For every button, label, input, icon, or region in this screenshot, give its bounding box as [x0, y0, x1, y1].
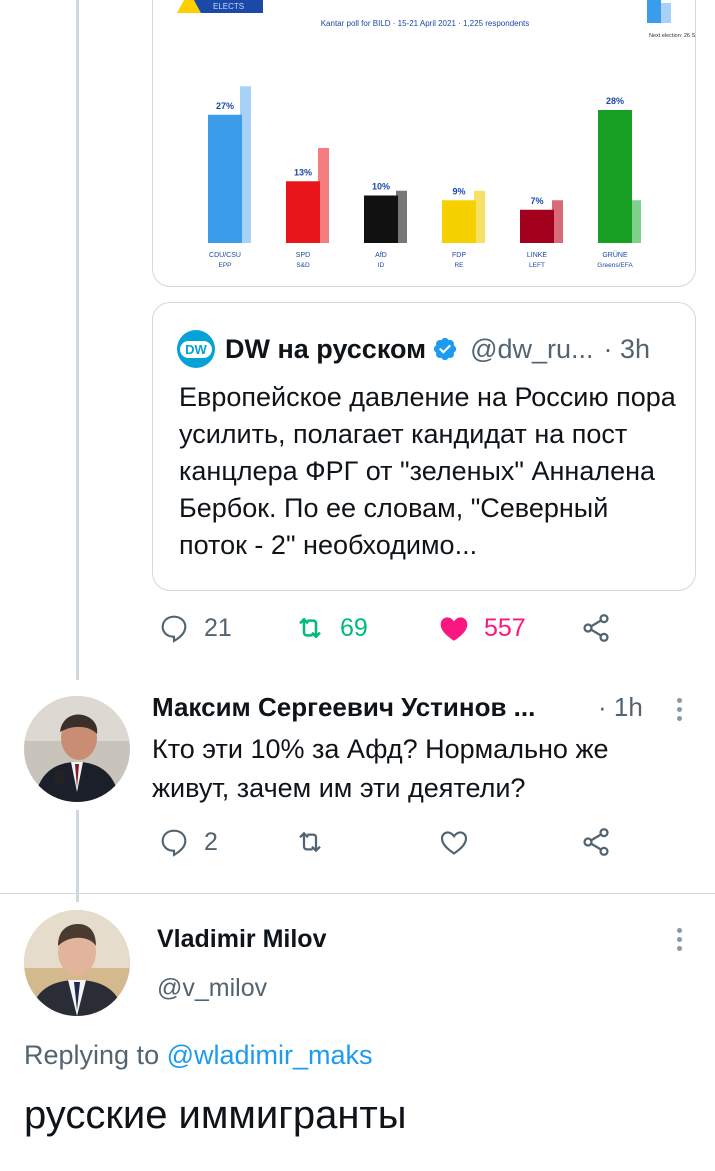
dw-logo-text: DW: [180, 340, 212, 358]
reply-actions: 2: [152, 826, 632, 866]
retweet-button[interactable]: 69: [294, 612, 368, 644]
heart-outline-icon: [440, 831, 468, 855]
thread-line-bottom: [76, 810, 79, 902]
bar-value-label: 10%: [372, 182, 390, 192]
thread-line-top: [76, 0, 79, 680]
reply-author-name[interactable]: Максим Сергеевич Устинов ...: [152, 692, 535, 723]
bar-SPD: [286, 181, 320, 243]
bar-LINKE: [520, 209, 554, 243]
quoted-author-name[interactable]: DW на русском: [225, 334, 426, 365]
heart-filled-icon: [440, 617, 468, 641]
bar-value-label: 13%: [294, 167, 312, 177]
tweet-author-name[interactable]: Vladimir Milov: [157, 925, 326, 954]
more-options-icon[interactable]: [677, 698, 683, 721]
elects-badge-text: ELECTS: [213, 2, 244, 11]
reply-timestamp: · 1h: [598, 692, 643, 722]
replying-to: Replying to @wladimir_maks: [24, 1040, 373, 1071]
reply-text: Кто эти 10% за Афд? Нормально же живут, …: [152, 734, 609, 803]
retweet-button[interactable]: [294, 826, 326, 858]
category-label: GRÜNE: [602, 251, 628, 259]
user-avatar-image: [24, 910, 130, 1016]
group-label: RE: [454, 262, 464, 269]
category-label: LINKE: [527, 252, 548, 259]
poll-chart-card[interactable]: ELECTS Kantar poll for BILD · 15-21 April…: [152, 0, 696, 287]
avatar[interactable]: [24, 696, 130, 802]
group-label: S&D: [296, 262, 310, 269]
group-label: LEFT: [529, 262, 545, 269]
like-button[interactable]: [438, 826, 470, 858]
bar-value-label: 28%: [606, 96, 624, 106]
reply-count: 2: [204, 827, 218, 856]
reply-count: 21: [204, 613, 232, 642]
reply-button[interactable]: 21: [158, 612, 232, 644]
bar-value-label: 27%: [216, 101, 234, 111]
quoted-tweet-text: Европейское давление на Россию пора усил…: [179, 382, 676, 560]
next-election-marker-light: [661, 3, 671, 23]
group-label: Greens/EFA: [597, 262, 633, 269]
verified-badge-icon: [433, 337, 457, 361]
category-label: AfD: [375, 252, 387, 259]
bar-FDP: [442, 200, 476, 243]
retweet-count: 69: [340, 613, 368, 642]
bar-GRÜNE: [598, 110, 632, 243]
bar-value-label: 9%: [452, 186, 465, 196]
share-icon: [583, 614, 609, 642]
next-election-note: Next election: 26 September 2021: [649, 33, 696, 39]
chart-subtitle: Kantar poll for BILD · 15-21 April 2021 …: [321, 19, 530, 28]
tweet-author-handle[interactable]: @v_milov: [157, 974, 267, 1003]
share-button[interactable]: [580, 826, 612, 858]
bar-AfD: [364, 195, 398, 243]
tweet-text: русские иммигранты: [24, 1093, 407, 1137]
group-label: EPP: [218, 262, 231, 269]
category-label: FDP: [452, 252, 466, 259]
quoted-timestamp: · 3h: [603, 333, 651, 364]
user-avatar-image: [24, 696, 130, 802]
category-label: SPD: [296, 252, 310, 259]
like-count: 557: [484, 613, 526, 642]
reply-icon: [161, 615, 187, 643]
share-icon: [583, 828, 609, 856]
replying-to-link[interactable]: @wladimir_maks: [167, 1040, 373, 1070]
like-button[interactable]: 557: [438, 612, 526, 644]
tweet-actions: 21 69 557: [152, 612, 632, 652]
dw-logo-avatar[interactable]: DW: [177, 330, 215, 368]
reply-button[interactable]: 2: [158, 826, 218, 858]
reply-icon: [161, 829, 187, 857]
quoted-author-handle: @dw_ru...: [470, 333, 594, 364]
retweet-icon: [299, 617, 321, 639]
quoted-tweet[interactable]: DW DW на русском @dw_ru... · 3h Европейс…: [152, 302, 696, 591]
more-options-icon[interactable]: [677, 928, 683, 951]
poll-bar-chart: ELECTS Kantar poll for BILD · 15-21 April…: [177, 0, 696, 269]
avatar[interactable]: [24, 910, 130, 1016]
share-button[interactable]: [580, 612, 612, 644]
bar-value-label: 7%: [530, 196, 543, 206]
bar-CDU/CSU: [208, 114, 242, 243]
group-label: ID: [378, 262, 385, 269]
category-label: CDU/CSU: [209, 252, 241, 259]
retweet-icon: [299, 831, 321, 853]
divider: [0, 893, 715, 894]
replying-to-label: Replying to: [24, 1040, 160, 1070]
next-election-marker: [647, 0, 661, 23]
